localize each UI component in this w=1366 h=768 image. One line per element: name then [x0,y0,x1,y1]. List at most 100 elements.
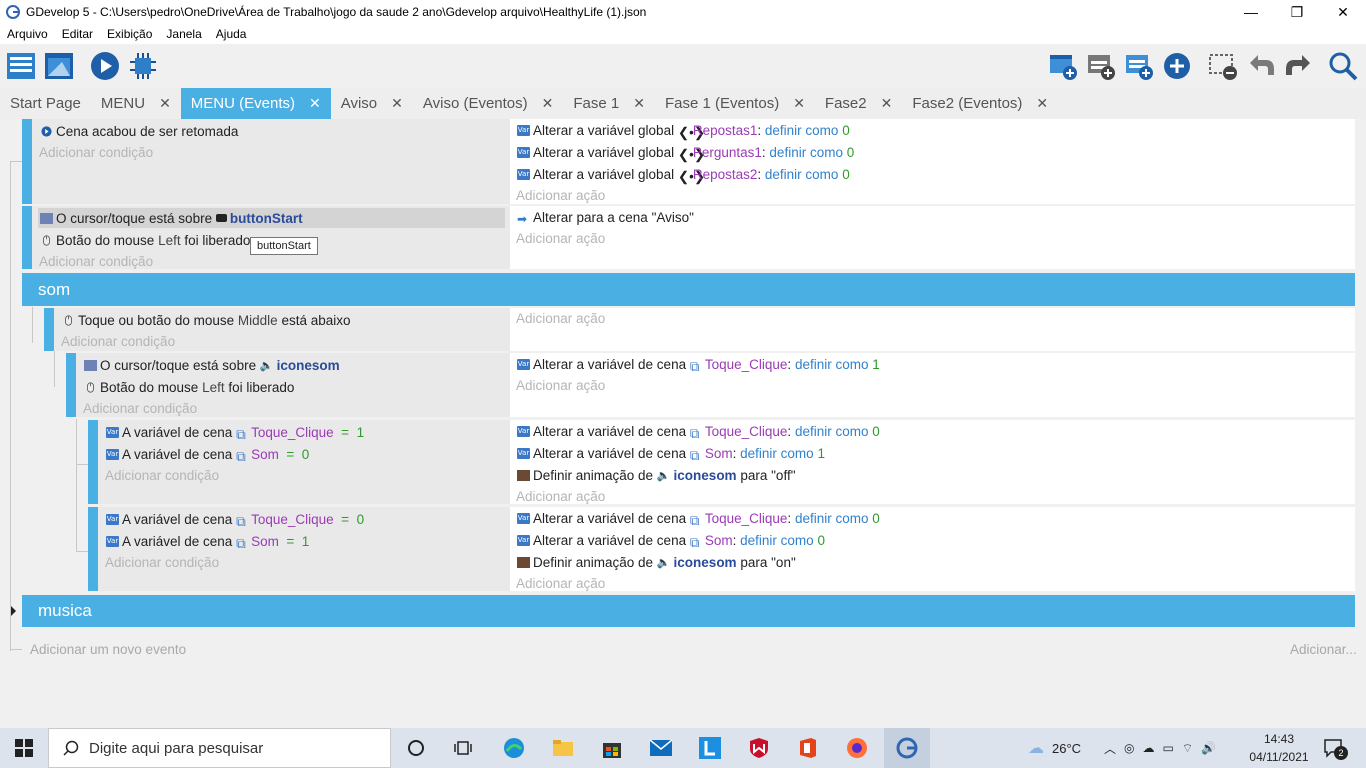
clock[interactable]: 14:43 04/11/2021 [1248,730,1310,766]
close-icon[interactable]: ✕ [309,95,321,112]
condition-row[interactable]: O cursor/toque está sobre 🔈 iconesom [84,355,340,375]
add-event-icon[interactable] [1046,49,1080,83]
add-action-link[interactable]: Adicionar ação [516,486,605,506]
cortana-icon[interactable] [404,736,428,760]
close-icon[interactable]: ✕ [793,95,805,112]
task-view-icon[interactable] [451,736,475,760]
minimize-button[interactable]: — [1228,0,1274,24]
action-row[interactable]: Definir animação de 🔈 iconesom para "on" [517,552,796,572]
file-explorer-icon[interactable] [551,736,575,760]
menu-exibicao[interactable]: Exibição [100,27,159,41]
notification-center-icon[interactable]: 2 [1322,736,1348,760]
condition-row[interactable]: Botão do mouse Left foi liberado [40,230,250,250]
menu-editar[interactable]: Editar [55,27,100,41]
tab-fase2[interactable]: Fase2 ✕ [815,88,902,119]
mcafee-icon[interactable] [747,736,771,760]
wifi-icon[interactable]: ⌔ [1182,741,1193,756]
close-icon[interactable]: ✕ [391,95,403,112]
add-subevent-icon[interactable] [1084,49,1118,83]
group-som[interactable]: som [22,273,1355,306]
condition-row[interactable]: Botão do mouse Left foi liberado [84,377,294,397]
tab-fase-1-eventos[interactable]: Fase 1 (Eventos) ✕ [655,88,815,119]
preview-play-icon[interactable] [88,49,122,83]
delete-event-icon[interactable] [1206,49,1240,83]
condition-row[interactable]: Var Alterar a variável de cena A variáve… [106,422,364,442]
condition-row[interactable]: Cena acabou de ser retomada [40,121,238,141]
close-icon[interactable]: ✕ [1036,95,1048,112]
action-row[interactable]: ➡ Alterar para a cena "Aviso" [517,207,694,227]
action-row[interactable]: Var Alterar a variável global ❮•❯ Repost… [517,120,850,140]
add-condition-link[interactable]: Adicionar condição [39,142,153,162]
tab-fase2-eventos[interactable]: Fase2 (Eventos) ✕ [902,88,1058,119]
debugger-icon[interactable] [126,49,160,83]
add-condition-link[interactable]: Adicionar condição [105,552,219,572]
event-bar[interactable] [66,353,76,417]
action-row[interactable]: Var Alterar a variável de cena ⧉ Toque_C… [517,508,880,528]
maximize-button[interactable]: ❐ [1274,0,1320,24]
search-icon[interactable] [1326,49,1360,83]
add-new-event-link[interactable]: Adicionar um novo evento [30,639,186,659]
add-more-link[interactable]: Adicionar... [1290,639,1357,659]
battery-icon[interactable]: ▭ [1163,741,1174,755]
chevron-up-icon[interactable]: ︿ [1104,740,1116,757]
add-action-link[interactable]: Adicionar ação [516,573,605,593]
close-icon[interactable]: ✕ [881,95,893,112]
volume-icon[interactable]: 🔊 [1201,741,1216,755]
office-icon[interactable] [796,736,820,760]
add-action-link[interactable]: Adicionar ação [516,375,605,395]
close-icon[interactable]: ✕ [633,95,645,112]
windows-start-icon[interactable] [12,736,36,760]
menu-janela[interactable]: Janela [159,27,208,41]
add-action-link[interactable]: Adicionar ação [516,185,605,205]
close-icon[interactable]: ✕ [159,95,171,112]
event-bar[interactable] [44,308,54,351]
action-row[interactable]: Var Alterar a variável global ❮•❯ Repost… [517,164,850,184]
action-row[interactable]: Var Alterar a variável de cena ⧉ Som: de… [517,443,825,463]
menu-arquivo[interactable]: Arquivo [0,27,55,41]
condition-row[interactable]: Var A variável de cena ⧉ Som = 1 [106,531,309,551]
add-condition-link[interactable]: Adicionar condição [61,331,175,351]
add-other-icon[interactable] [1160,49,1194,83]
add-action-link[interactable]: Adicionar ação [516,308,605,328]
event-bar[interactable] [88,420,98,504]
action-row[interactable]: Definir animação de 🔈 iconesom para "off… [517,465,796,485]
project-manager-icon[interactable] [4,49,38,83]
event-bar[interactable] [88,507,98,591]
undo-icon[interactable] [1244,49,1278,83]
add-condition-link[interactable]: Adicionar condição [105,465,219,485]
expand-arrow-icon[interactable] [11,606,16,616]
weather-widget[interactable]: ☁ 26°C [1028,728,1081,768]
taskbar-search[interactable]: Digite aqui para pesquisar [48,728,391,768]
onedrive-icon[interactable]: ☁ [1143,741,1155,755]
tab-fase-1[interactable]: Fase 1 ✕ [563,88,655,119]
condition-row[interactable]: O cursor/toque está sobre buttonStart [40,208,303,228]
add-action-link[interactable]: Adicionar ação [516,228,605,248]
gdevelop-taskbar-icon[interactable] [895,736,919,760]
action-row[interactable]: Var Alterar a variável de cena ⧉ Toque_C… [517,421,880,441]
group-musica[interactable]: musica [22,595,1355,627]
firefox-icon[interactable] [845,736,869,760]
edge-browser-icon[interactable] [502,736,526,760]
action-row[interactable]: Var Alterar a variável global ❮•❯ Pergun… [517,142,854,162]
event-bar[interactable] [22,206,32,269]
tab-aviso-eventos[interactable]: Aviso (Eventos) ✕ [413,88,564,119]
condition-row[interactable]: Toque ou botão do mouse Middle está abai… [62,310,351,330]
action-row[interactable]: Var Alterar a variável de cena ⧉ Som: de… [517,530,825,550]
store-icon[interactable] [600,736,624,760]
tab-menu[interactable]: MENU ✕ [91,88,181,119]
redo-icon[interactable] [1282,49,1316,83]
add-comment-icon[interactable] [1122,49,1156,83]
event-bar[interactable] [22,119,32,204]
close-icon[interactable]: ✕ [542,95,554,112]
condition-row[interactable]: Var A variável de cena ⧉ Toque_Clique = … [106,509,364,529]
scene-editor-icon[interactable] [42,49,76,83]
tab-aviso[interactable]: Aviso ✕ [331,88,413,119]
tray-app-icon[interactable]: ◎ [1124,741,1134,755]
menu-ajuda[interactable]: Ajuda [209,27,254,41]
add-condition-link[interactable]: Adicionar condição [39,251,153,271]
action-row[interactable]: Var Alterar a variável de cena ⧉ Toque_C… [517,354,880,374]
actions-area[interactable] [510,308,1355,351]
condition-row[interactable]: Var A variável de cena ⧉ Som = 0 [106,444,309,464]
tab-menu-events[interactable]: MENU (Events) ✕ [180,88,331,119]
tab-start-page[interactable]: Start Page [0,88,91,119]
